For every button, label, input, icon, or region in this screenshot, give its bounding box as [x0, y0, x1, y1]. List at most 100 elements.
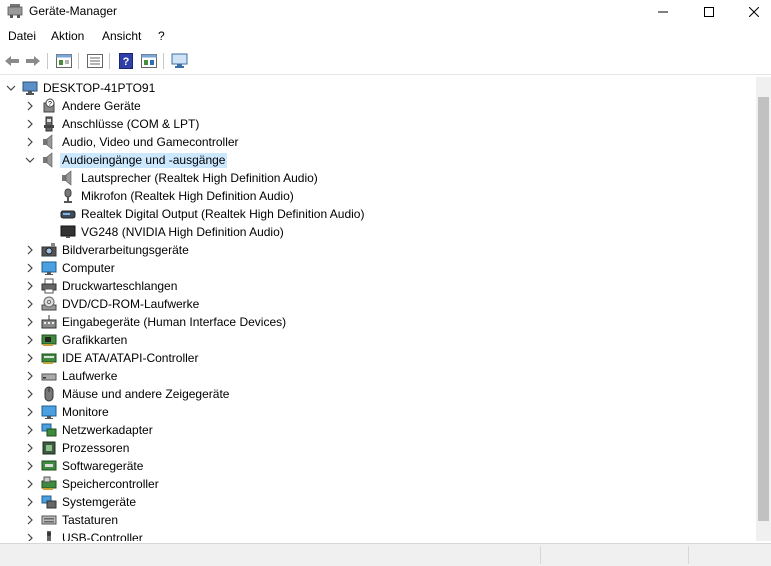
device-list-icon — [87, 54, 103, 68]
tree-node-label: Audioeingänge und -ausgänge — [60, 153, 228, 168]
tree-category-node[interactable]: Speichercontroller — [0, 475, 756, 493]
toolbar-separator — [163, 53, 164, 69]
menu-aktion[interactable]: Aktion — [51, 29, 84, 43]
tree-node-label: Mikrofon (Realtek High Definition Audio) — [81, 189, 294, 203]
collapse-chevron-icon[interactable] — [24, 154, 36, 166]
window-title: Geräte-Manager — [29, 4, 118, 18]
tree-node-label: Systemgeräte — [62, 495, 137, 509]
tree-category-node[interactable]: DVD/CD-ROM-Laufwerke — [0, 295, 756, 313]
expand-chevron-icon[interactable] — [24, 496, 36, 508]
expand-chevron-icon[interactable] — [24, 334, 36, 346]
tree-category-node[interactable]: Eingabegeräte (Human Interface Devices) — [0, 313, 756, 331]
keyboard-icon — [41, 515, 57, 525]
usb-controller-icon — [47, 531, 51, 541]
tree-node-label: IDE ATA/ATAPI-Controller — [62, 351, 199, 365]
tree-node-label: Mäuse und andere Zeigegeräte — [62, 387, 230, 401]
maximize-button[interactable] — [686, 0, 732, 23]
tree-node-label: Lautsprecher (Realtek High Definition Au… — [81, 171, 318, 185]
tree-root-node[interactable]: DESKTOP-41PTO91 — [0, 79, 756, 97]
tree-category-node[interactable]: USB-Controller — [0, 529, 756, 541]
expand-chevron-icon[interactable] — [24, 424, 36, 436]
expand-chevron-icon[interactable] — [24, 298, 36, 310]
expand-chevron-icon[interactable] — [24, 478, 36, 490]
network-adapter-icon — [41, 423, 57, 437]
update-driver-button[interactable] — [140, 52, 158, 70]
tree-category-node[interactable]: Anschlüsse (COM & LPT) — [0, 115, 756, 133]
tree-category-node[interactable]: Netzwerkadapter — [0, 421, 756, 439]
toolbar-separator — [47, 53, 48, 69]
tree-node-label: DESKTOP-41PTO91 — [43, 81, 156, 95]
tree-category-node[interactable]: Tastaturen — [0, 511, 756, 529]
tree-category-node[interactable]: Prozessoren — [0, 439, 756, 457]
expand-chevron-icon[interactable] — [24, 388, 36, 400]
back-button[interactable] — [3, 52, 21, 70]
tree-device-node[interactable]: Lautsprecher (Realtek High Definition Au… — [0, 169, 756, 187]
tree-category-node[interactable]: Grafikkarten — [0, 331, 756, 349]
expand-chevron-icon[interactable] — [24, 460, 36, 472]
tree-node-label: Realtek Digital Output (Realtek High Def… — [81, 207, 365, 221]
port-icon — [44, 116, 54, 132]
tree-category-node[interactable]: Bildverarbeitungsgeräte — [0, 241, 756, 259]
menu-ansicht[interactable]: Ansicht — [102, 29, 141, 43]
tree-node-label: Tastaturen — [62, 513, 119, 527]
menu-datei[interactable]: Datei — [8, 29, 36, 43]
mouse-icon — [44, 386, 54, 402]
tree-node-label: Grafikkarten — [62, 333, 128, 347]
tree-category-node[interactable]: Audioeingänge und -ausgänge — [0, 151, 756, 169]
properties-icon — [56, 54, 72, 68]
tree-device-node[interactable]: Realtek Digital Output (Realtek High Def… — [0, 205, 756, 223]
expand-chevron-icon[interactable] — [24, 532, 36, 541]
expand-chevron-icon[interactable] — [24, 352, 36, 364]
expand-chevron-icon[interactable] — [24, 244, 36, 256]
forward-icon — [26, 56, 40, 66]
tree-device-node[interactable]: VG248 (NVIDIA High Definition Audio) — [0, 223, 756, 241]
expand-chevron-icon[interactable] — [24, 442, 36, 454]
expand-chevron-icon[interactable] — [24, 100, 36, 112]
expand-chevron-icon[interactable] — [24, 262, 36, 274]
forward-button[interactable] — [24, 52, 42, 70]
properties-button[interactable] — [55, 52, 73, 70]
expand-chevron-icon[interactable] — [24, 514, 36, 526]
tree-node-label: Netzwerkadapter — [62, 423, 153, 437]
expand-chevron-icon[interactable] — [24, 136, 36, 148]
close-button[interactable] — [731, 0, 771, 23]
computer-root-icon — [22, 81, 38, 95]
toolbar-separator — [109, 53, 110, 69]
menu-help[interactable]: ? — [158, 29, 165, 43]
tree-node-label: DVD/CD-ROM-Laufwerke — [62, 297, 200, 311]
tree-device-node[interactable]: Mikrofon (Realtek High Definition Audio) — [0, 187, 756, 205]
tree-category-node[interactable]: Softwaregeräte — [0, 457, 756, 475]
tree-node-label: Monitore — [62, 405, 109, 419]
storage-controller-icon — [41, 476, 57, 490]
expand-chevron-icon[interactable] — [24, 118, 36, 130]
scan-hardware-icon — [171, 53, 188, 68]
expand-chevron-icon[interactable] — [24, 406, 36, 418]
tree-category-node[interactable]: Audio, Video und Gamecontroller — [0, 133, 756, 151]
tree-node-label: USB-Controller — [62, 531, 143, 541]
tree-category-node[interactable]: Monitore — [0, 403, 756, 421]
collapse-chevron-icon[interactable] — [5, 82, 17, 94]
tree-category-node[interactable]: Computer — [0, 259, 756, 277]
tree-category-node[interactable]: Systemgeräte — [0, 493, 756, 511]
scrollbar-thumb[interactable] — [758, 97, 769, 521]
scan-hardware-button[interactable] — [171, 52, 189, 70]
expand-chevron-icon[interactable] — [24, 370, 36, 382]
camera-icon — [41, 243, 57, 257]
maximize-icon — [704, 6, 714, 17]
vertical-scrollbar[interactable] — [756, 77, 771, 541]
close-icon — [749, 6, 759, 17]
tree-category-node[interactable]: Druckwarteschlangen — [0, 277, 756, 295]
digital-output-icon — [60, 210, 76, 219]
minimize-button[interactable] — [640, 0, 686, 23]
device-tree[interactable]: DESKTOP-41PTO91 ? Andere Geräte Anschlüsse … — [0, 77, 756, 541]
printer-icon — [41, 278, 57, 294]
tree-category-node[interactable]: Mäuse und andere Zeigegeräte — [0, 385, 756, 403]
tree-category-node[interactable]: ? Andere Geräte — [0, 97, 756, 115]
help-button[interactable]: ? — [117, 52, 135, 70]
expand-chevron-icon[interactable] — [24, 316, 36, 328]
minimize-icon — [658, 11, 668, 12]
tree-category-node[interactable]: IDE ATA/ATAPI-Controller — [0, 349, 756, 367]
tree-category-node[interactable]: Laufwerke — [0, 367, 756, 385]
expand-chevron-icon[interactable] — [24, 280, 36, 292]
device-list-button[interactable] — [86, 52, 104, 70]
